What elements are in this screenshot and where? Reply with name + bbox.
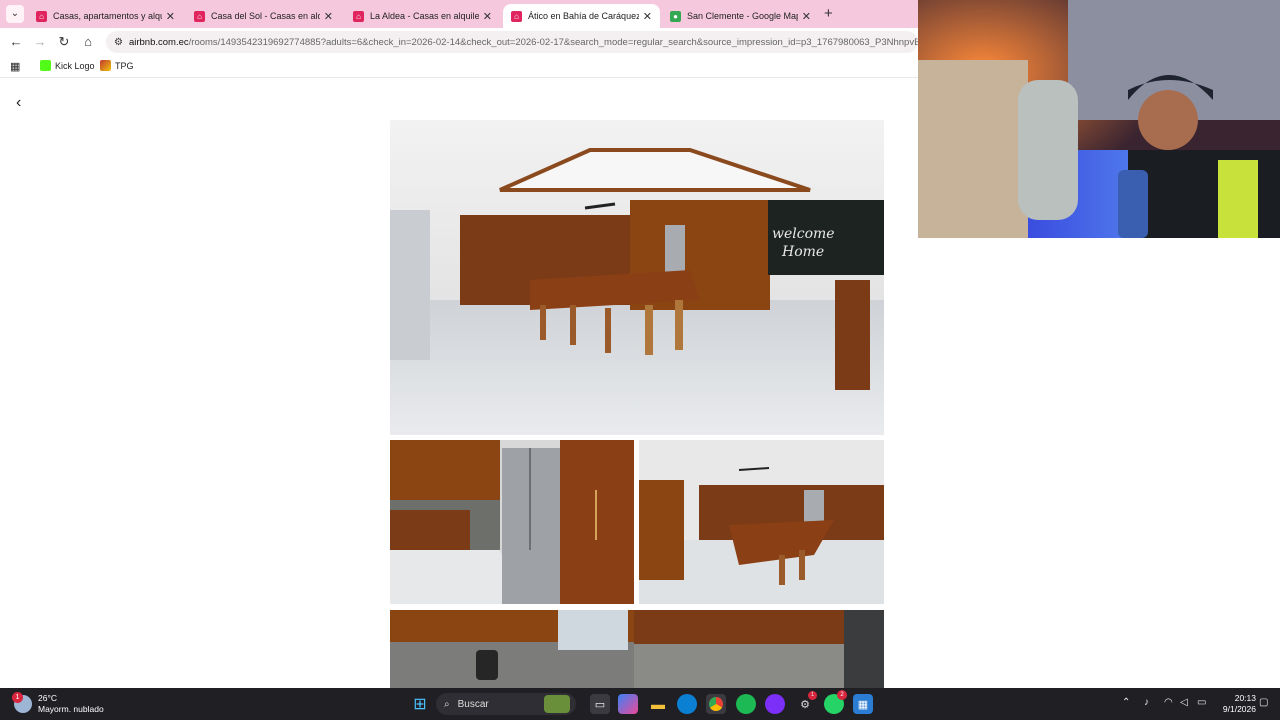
clock[interactable]: 20:13 9/1/2026 <box>1223 693 1256 715</box>
gallery-photo-main[interactable]: welcome Home <box>390 120 884 435</box>
volume-icon[interactable]: ◁ <box>1180 697 1188 708</box>
search-highlight-icon <box>544 695 570 713</box>
url-path: /rooms/1493542319692774885?adults=6&chec… <box>188 36 918 48</box>
notification-icon[interactable]: ▢ <box>1259 697 1268 708</box>
webcam-overlay <box>918 0 1280 238</box>
bookmark-label: Kick Logo <box>55 60 95 71</box>
bookmark-tpg[interactable]: TPG <box>100 60 134 71</box>
bookmark-label: TPG <box>115 60 134 71</box>
tab-title: Casas, apartamentos y alquileres <box>53 11 162 21</box>
edge-icon[interactable] <box>677 694 697 714</box>
close-icon[interactable]: ✕ <box>166 10 175 23</box>
chrome-badge: 1 <box>808 691 817 700</box>
close-icon[interactable]: ✕ <box>324 10 333 23</box>
home-icon[interactable]: ⌂ <box>80 34 96 50</box>
tray-chevron-icon[interactable]: ⌃ <box>1122 697 1130 708</box>
cloud-icon: 1 <box>12 692 32 713</box>
maps-pin-icon: ● <box>670 10 681 22</box>
chrome-icon[interactable] <box>706 694 726 714</box>
weather-widget[interactable]: 1 26°C Mayorm. nublado <box>12 692 104 715</box>
file-explorer-icon[interactable]: ▬ <box>648 694 668 714</box>
gallery-photo-backsplash[interactable] <box>390 610 634 688</box>
tab-title: La Aldea - Casas en alquiler en <box>370 11 479 21</box>
windows-start-icon[interactable]: ⊞ <box>410 694 430 714</box>
site-info-icon[interactable]: ⚙ <box>114 37 123 48</box>
svg-text:welcome: welcome <box>772 226 835 242</box>
tab-bar: ⌄ ⌂ Casas, apartamentos y alquileres ✕ ⌂… <box>0 0 918 28</box>
clock-date: 9/1/2026 <box>1222 704 1256 714</box>
reload-icon[interactable]: ↻ <box>56 34 72 50</box>
settings-gear-icon[interactable]: ⚙ 1 <box>795 691 817 714</box>
gallery-photo-cabinets[interactable] <box>634 610 884 688</box>
gallery-photo-island[interactable] <box>639 440 884 604</box>
tab-search-dropdown-icon[interactable]: ⌄ <box>6 5 24 23</box>
svg-text:Home: Home <box>781 244 824 260</box>
back-arrow-icon[interactable]: ← <box>8 34 24 50</box>
copilot-icon[interactable] <box>618 694 638 714</box>
search-icon: ⌕ <box>444 698 450 710</box>
microphone-icon[interactable]: ♪ <box>1144 697 1149 708</box>
forward-arrow-icon[interactable]: → <box>32 34 48 50</box>
tab-casas[interactable]: ⌂ Casas, apartamentos y alquileres ✕ <box>28 4 183 28</box>
wifi-icon[interactable]: ◠ <box>1164 697 1173 708</box>
battery-icon[interactable]: ▭ <box>1197 697 1206 708</box>
search-placeholder: Buscar <box>457 698 489 710</box>
tab-title: Casa del Sol - Casas en alquiler <box>211 11 320 21</box>
url-domain: airbnb.com.ec <box>128 36 189 48</box>
browser-toolbar: ← → ↻ ⌂ ⚙ airbnb.com.ec/rooms/1493542319… <box>0 28 918 56</box>
tab-casa-del-sol[interactable]: ⌂ Casa del Sol - Casas en alquiler ✕ <box>186 4 341 28</box>
taskbar: 1 26°C Mayorm. nublado ⊞ ⌕ Buscar ▭ ▬ ⚙ … <box>0 688 1280 720</box>
weather-badge: 1 <box>12 692 23 703</box>
airbnb-icon: ⌂ <box>36 10 47 22</box>
tab-google-maps[interactable]: ● San Clemente - Google Maps ✕ <box>662 4 819 28</box>
bookmarks-bar: ▦ Kick Logo TPG <box>0 56 918 78</box>
calculator-icon[interactable]: ▦ <box>853 694 873 714</box>
right-blank-area <box>918 238 1280 688</box>
tab-la-aldea[interactable]: ⌂ La Aldea - Casas en alquiler en ✕ <box>345 4 500 28</box>
tpg-icon <box>100 60 111 71</box>
airbnb-icon: ⌂ <box>511 10 522 22</box>
apps-grid-icon[interactable]: ▦ <box>10 60 20 73</box>
weather-temp: 26°C <box>38 693 57 703</box>
taskbar-search[interactable]: ⌕ Buscar <box>436 693 576 715</box>
airbnb-icon: ⌂ <box>194 10 205 22</box>
tab-atico[interactable]: ⌂ Ático en Bahía de Caráquez - A ✕ <box>503 4 660 28</box>
address-bar[interactable]: ⚙ airbnb.com.ec/rooms/149354231969277488… <box>106 31 918 53</box>
whatsapp-badge: 2 <box>837 690 847 700</box>
close-icon[interactable]: ✕ <box>483 10 492 23</box>
obs-icon[interactable] <box>765 694 785 714</box>
new-tab-icon[interactable]: + <box>824 5 833 22</box>
airbnb-icon: ⌂ <box>353 10 364 22</box>
spotify-icon[interactable] <box>736 694 756 714</box>
tab-title: Ático en Bahía de Caráquez - A <box>528 11 639 21</box>
close-icon[interactable]: ✕ <box>802 10 811 23</box>
photo-gallery-page: ‹ welcome Home <box>0 80 918 688</box>
back-chevron-icon[interactable]: ‹ <box>16 94 21 112</box>
kick-icon <box>40 60 51 71</box>
gallery-photo-fridge[interactable] <box>390 440 634 604</box>
close-icon[interactable]: ✕ <box>643 10 652 23</box>
bookmark-kick-logo[interactable]: Kick Logo <box>40 60 95 71</box>
whatsapp-icon[interactable]: 2 <box>824 690 847 714</box>
task-view-icon[interactable]: ▭ <box>590 694 610 714</box>
weather-desc: Mayorm. nublado <box>38 704 104 714</box>
tab-title: San Clemente - Google Maps <box>687 11 798 21</box>
clock-time: 20:13 <box>1234 693 1256 703</box>
